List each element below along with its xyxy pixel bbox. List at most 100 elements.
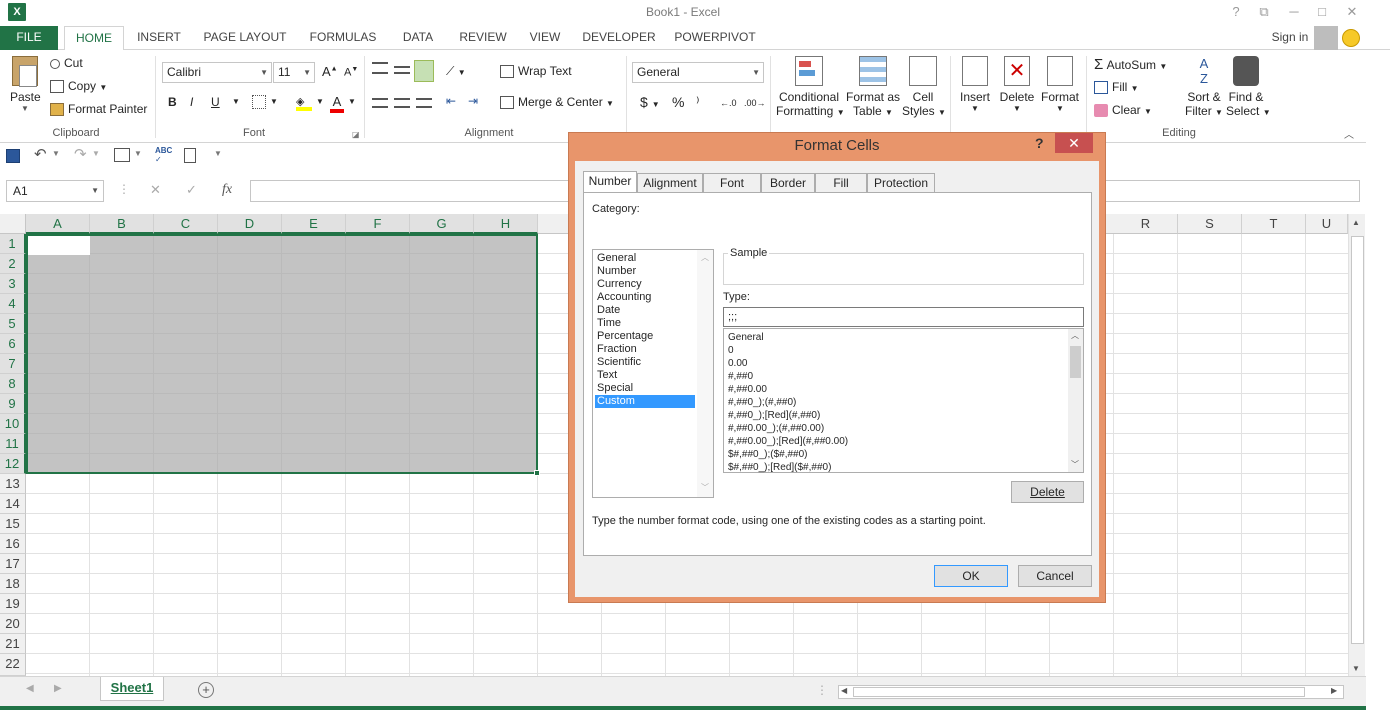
list-item[interactable]: General (595, 252, 695, 265)
list-item[interactable]: Special (595, 382, 695, 395)
font-dialog-launcher-icon[interactable]: ◪ (352, 130, 360, 139)
sheet-tab-sheet1[interactable]: Sheet1 (100, 677, 164, 701)
help-icon[interactable]: ? (1226, 4, 1246, 19)
merge-center-button[interactable]: Merge & Center ▼ (500, 95, 614, 110)
top-align-icon[interactable] (372, 62, 388, 74)
dialog-tab-alignment[interactable]: Alignment (637, 173, 703, 193)
row-header[interactable]: 22 (0, 654, 26, 676)
middle-align-icon[interactable] (394, 66, 410, 74)
list-item[interactable]: $#,##0_);($#,##0) (728, 448, 808, 461)
bottom-align-icon[interactable] (414, 60, 434, 82)
cancel-button[interactable]: Cancel (1018, 565, 1092, 587)
sheet-next-icon[interactable]: ▶ (54, 683, 62, 694)
smiley-icon[interactable] (1342, 29, 1360, 47)
row-header[interactable]: 6 (0, 334, 26, 354)
copy-button[interactable]: Copy ▼ (50, 79, 107, 94)
list-item[interactable]: #,##0.00 (728, 383, 767, 396)
undo-icon[interactable]: ↶ (34, 145, 47, 163)
split-handle[interactable]: ⋮ (816, 683, 828, 697)
row-header[interactable]: 19 (0, 594, 26, 614)
sheet-prev-icon[interactable]: ◀ (26, 683, 34, 694)
autosum-button[interactable]: Σ AutoSum ▼ (1094, 56, 1167, 73)
list-item[interactable]: Time (595, 317, 695, 330)
dialog-close-icon[interactable]: ✕ (1055, 133, 1093, 153)
increase-indent-icon[interactable]: ⇥ (468, 94, 478, 108)
row-header[interactable]: 11 (0, 434, 26, 454)
dialog-tab-font[interactable]: Font (703, 173, 761, 193)
row-header[interactable]: 7 (0, 354, 26, 374)
insert-function-icon[interactable]: fx (222, 182, 232, 198)
list-item[interactable]: Date (595, 304, 695, 317)
sign-in-link[interactable]: Sign in (1262, 26, 1318, 50)
dialog-help-icon[interactable]: ? (1035, 135, 1044, 151)
column-header[interactable]: H (474, 214, 538, 234)
list-item-selected[interactable]: Custom (595, 395, 695, 408)
align-left-icon[interactable] (372, 98, 388, 108)
tab-page-layout[interactable]: PAGE LAYOUT (198, 26, 292, 50)
dialog-tab-border[interactable]: Border (761, 173, 815, 193)
tab-home[interactable]: HOME (64, 26, 124, 51)
minimize-icon[interactable]: ─ (1284, 4, 1304, 19)
name-box[interactable]: A1 ▼ (6, 180, 104, 202)
collapse-ribbon-icon[interactable]: ︿ (1344, 126, 1354, 141)
customize-qat-icon[interactable]: ▼ (214, 149, 222, 158)
ok-button[interactable]: OK (934, 565, 1008, 587)
row-header[interactable]: 8 (0, 374, 26, 394)
tab-view[interactable]: VIEW (524, 26, 566, 50)
active-cell[interactable] (28, 236, 90, 255)
list-item[interactable]: Currency (595, 278, 695, 291)
row-header[interactable]: 1 (0, 234, 26, 254)
selected-range[interactable] (26, 234, 540, 476)
list-item[interactable]: #,##0_);(#,##0) (728, 396, 796, 409)
dialog-tab-fill[interactable]: Fill (815, 173, 867, 193)
row-header[interactable]: 18 (0, 574, 26, 594)
tab-data[interactable]: DATA (394, 26, 442, 50)
redo-dropdown[interactable]: ▼ (92, 149, 100, 158)
row-header[interactable]: 16 (0, 534, 26, 554)
column-header[interactable]: F (346, 214, 410, 234)
horizontal-scroll-thumb[interactable] (853, 687, 1305, 697)
vertical-scrollbar[interactable]: ▲ ▼ (1348, 214, 1365, 676)
font-color-icon[interactable]: A (330, 94, 344, 113)
scroll-right-icon[interactable]: ▶ (1331, 686, 1337, 695)
list-item[interactable]: Accounting (595, 291, 695, 304)
spelling-icon[interactable]: ABC ✓ (155, 146, 172, 164)
form-icon[interactable] (114, 148, 130, 162)
orientation-icon[interactable]: ⟋ ▼ (446, 64, 466, 79)
underline-dropdown[interactable]: ▼ (232, 97, 240, 106)
row-header[interactable]: 17 (0, 554, 26, 574)
cut-button[interactable]: Cut (50, 56, 83, 70)
borders-dropdown[interactable]: ▼ (270, 97, 278, 106)
column-header[interactable]: R (1114, 214, 1178, 234)
scroll-up-icon[interactable]: ︿ (1071, 330, 1079, 341)
enter-entry-icon[interactable]: ✓ (186, 182, 197, 198)
comma-style-button[interactable]: ⁾ (696, 94, 699, 111)
format-code-list[interactable]: General 0 0.00 #,##0 #,##0.00 #,##0_);(#… (723, 328, 1084, 473)
column-header[interactable]: T (1242, 214, 1306, 234)
list-item[interactable]: Text (595, 369, 695, 382)
list-item[interactable]: 0 (728, 344, 734, 357)
fill-color-dropdown[interactable]: ▼ (316, 97, 324, 106)
paste-button[interactable]: Paste ▼ (10, 56, 41, 113)
close-window-icon[interactable]: ✕ (1342, 4, 1362, 20)
scroll-left-icon[interactable]: ◀ (841, 686, 847, 695)
fill-handle[interactable] (534, 470, 540, 476)
list-item[interactable]: Fraction (595, 343, 695, 356)
dialog-tab-protection[interactable]: Protection (867, 173, 935, 193)
column-header[interactable]: U (1306, 214, 1348, 234)
row-header[interactable]: 5 (0, 314, 26, 334)
list-item[interactable]: $#,##0_);[Red]($#,##0) (728, 461, 831, 474)
row-header[interactable]: 14 (0, 494, 26, 514)
row-header[interactable]: 12 (0, 454, 26, 474)
align-right-icon[interactable] (416, 98, 432, 108)
scroll-up-icon[interactable]: ︿ (701, 252, 709, 263)
format-cells-button[interactable]: Format ▼ (1040, 56, 1080, 113)
clear-button[interactable]: Clear ▼ (1094, 103, 1152, 118)
column-header[interactable]: S (1178, 214, 1242, 234)
fill-color-icon[interactable]: ◈ (296, 94, 312, 111)
column-header[interactable]: A (26, 214, 90, 234)
list-item[interactable]: 0.00 (728, 357, 747, 370)
shrink-font-button[interactable]: A▼ (344, 66, 358, 79)
tab-developer[interactable]: DEVELOPER (578, 26, 660, 50)
accounting-format-button[interactable]: $ ▼ (640, 94, 660, 110)
